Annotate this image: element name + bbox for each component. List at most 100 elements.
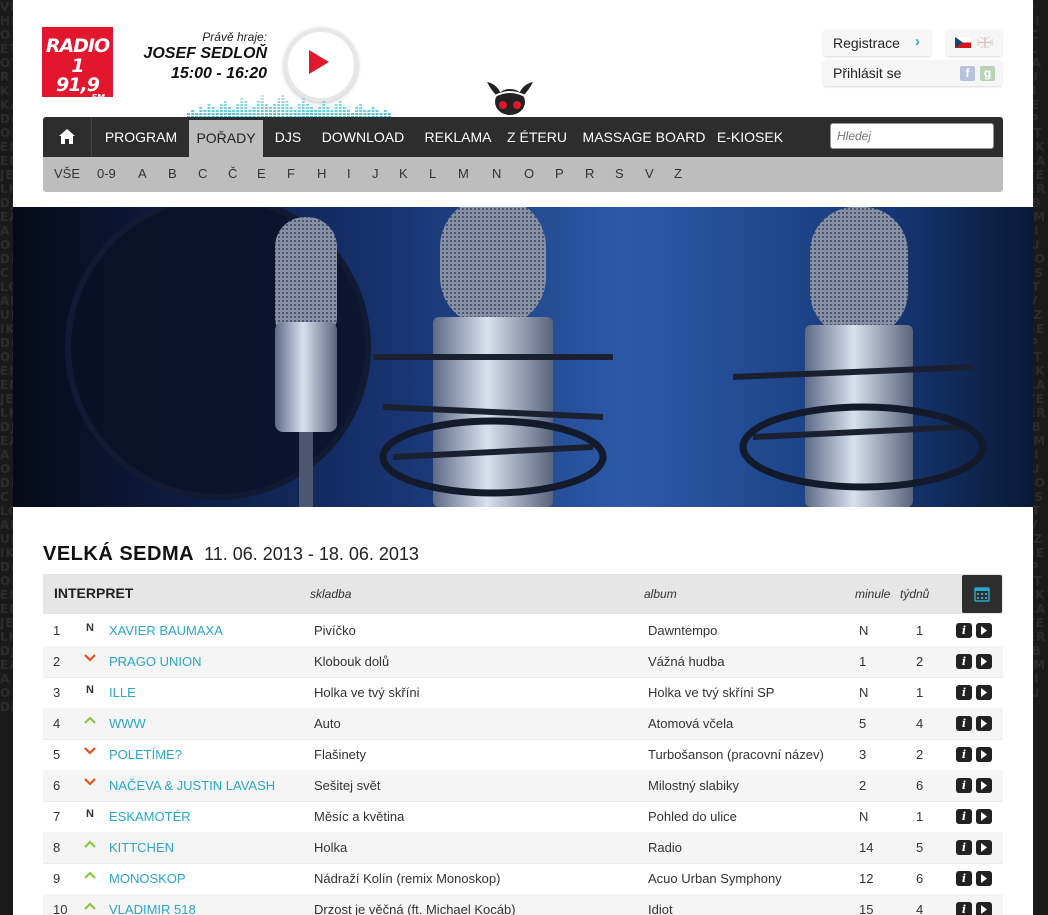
row-artist-link[interactable]: ESKAMOTÉR <box>109 809 191 824</box>
row-last-week: N <box>859 809 869 824</box>
row-artist-link[interactable]: MONOSKOP <box>109 871 186 886</box>
alpha-item[interactable]: A <box>138 166 147 181</box>
row-song: Sešitej svět <box>314 778 381 793</box>
row-artist-link[interactable]: POLETÍME? <box>109 747 182 762</box>
alpha-item[interactable]: M <box>458 166 469 181</box>
row-play-icon[interactable] <box>976 685 992 700</box>
chart-title-block: VELKÁ SEDMA 11. 06. 2013 - 18. 06. 2013 <box>43 543 419 566</box>
row-artist-link[interactable]: WWW <box>109 716 146 731</box>
row-artist-link[interactable]: NAČEVA & JUSTIN LAVASH <box>109 778 275 793</box>
radio1-logo[interactable]: RADIO 1 91,9 FM <box>42 27 113 102</box>
equalizer-bar <box>326 107 330 109</box>
equalizer-bar <box>260 110 264 112</box>
row-artist-link[interactable]: ILLE <box>109 685 136 700</box>
row-play-icon[interactable] <box>976 809 992 824</box>
nav-item-z-eteru[interactable]: Z ÉTERU <box>506 117 568 157</box>
equalizer-bar <box>301 107 305 109</box>
equalizer-bar <box>236 113 240 115</box>
row-rank: 8 <box>53 840 61 855</box>
equalizer-bar <box>355 110 359 112</box>
equalizer-bar <box>252 107 256 109</box>
home-button[interactable] <box>43 117 92 157</box>
alpha-item[interactable]: F <box>287 166 295 181</box>
info-icon[interactable]: i <box>956 654 972 669</box>
info-icon[interactable]: i <box>956 747 972 762</box>
row-artist-link[interactable]: PRAGO UNION <box>109 654 201 669</box>
equalizer-bar <box>219 107 223 109</box>
alpha-item[interactable]: C <box>198 166 207 181</box>
equalizer-bar <box>273 110 277 112</box>
facebook-icon[interactable]: f <box>960 66 975 81</box>
equalizer-bar <box>281 107 285 109</box>
equalizer-bar <box>334 104 338 106</box>
alpha-item[interactable]: H <box>317 166 326 181</box>
equalizer-bar <box>281 95 285 97</box>
info-icon[interactable]: i <box>956 685 972 700</box>
logo-line2: 91,9 <box>56 74 100 96</box>
row-play-icon[interactable] <box>976 871 992 886</box>
row-play-icon[interactable] <box>976 654 992 669</box>
alpha-item[interactable]: Č <box>228 166 237 181</box>
search-input[interactable] <box>830 123 994 149</box>
alpha-item[interactable]: L <box>429 166 436 181</box>
row-artist-link[interactable]: XAVIER BAUMAXA <box>109 623 223 638</box>
flag-en-icon[interactable] <box>977 37 993 48</box>
row-trend: N <box>83 684 97 696</box>
alpha-item[interactable]: 0-9 <box>97 166 116 181</box>
alpha-item[interactable]: V <box>645 166 654 181</box>
alpha-item[interactable]: B <box>168 166 177 181</box>
row-weeks: 1 <box>916 685 924 700</box>
row-weeks: 4 <box>916 716 924 731</box>
google-plus-icon[interactable]: g <box>980 66 995 81</box>
alpha-item[interactable]: S <box>615 166 624 181</box>
row-trend <box>83 777 97 789</box>
alpha-item[interactable]: P <box>555 166 564 181</box>
nav-item-reklama[interactable]: REKLAMA <box>421 117 495 157</box>
nav-item-porady[interactable]: POŘADY <box>189 120 263 157</box>
alpha-item[interactable]: O <box>524 166 534 181</box>
alpha-item[interactable]: E <box>257 166 266 181</box>
nav-item-djs[interactable]: DJS <box>270 117 306 157</box>
info-icon[interactable]: i <box>956 778 972 793</box>
alpha-item[interactable]: VŠE <box>54 166 80 181</box>
row-play-icon[interactable] <box>976 778 992 793</box>
alpha-item[interactable]: N <box>492 166 501 181</box>
row-artist-link[interactable]: VLADIMIR 518 <box>109 902 196 915</box>
nav-item-program[interactable]: PROGRAM <box>100 117 182 157</box>
nav-item-e-kiosek[interactable]: E-KIOSEK <box>716 117 784 157</box>
info-icon[interactable]: i <box>956 623 972 638</box>
equalizer-bar <box>244 107 248 109</box>
equalizer-bar <box>264 104 268 106</box>
alpha-item[interactable]: K <box>399 166 408 181</box>
equalizer-bar <box>281 110 285 112</box>
equalizer-bar <box>240 98 244 100</box>
row-song: Měsíc a květina <box>314 809 405 824</box>
equalizer-bar <box>305 110 309 112</box>
login-button[interactable]: Přihlásit se f g <box>823 60 1002 86</box>
alpha-item[interactable]: J <box>372 166 379 181</box>
row-play-icon[interactable] <box>976 716 992 731</box>
equalizer-bar <box>273 104 277 106</box>
row-play-icon[interactable] <box>976 623 992 638</box>
alpha-item[interactable]: R <box>585 166 594 181</box>
info-icon[interactable]: i <box>956 716 972 731</box>
row-trend <box>83 746 97 758</box>
row-last-week: 2 <box>859 778 867 793</box>
info-icon[interactable]: i <box>956 840 972 855</box>
row-artist-link[interactable]: KITTCHEN <box>109 840 174 855</box>
alpha-item[interactable]: Z <box>674 166 682 181</box>
info-icon[interactable]: i <box>956 871 972 886</box>
row-play-icon[interactable] <box>976 902 992 915</box>
register-button[interactable]: Registrace › <box>823 30 931 56</box>
equalizer-bar <box>379 113 383 115</box>
calendar-button[interactable] <box>962 575 1002 613</box>
flag-cz-icon[interactable] <box>955 37 971 48</box>
info-icon[interactable]: i <box>956 902 972 915</box>
alpha-item[interactable]: I <box>347 166 351 181</box>
row-song: Flašinety <box>314 747 367 762</box>
nav-item-download[interactable]: DOWNLOAD <box>318 117 408 157</box>
row-play-icon[interactable] <box>976 840 992 855</box>
info-icon[interactable]: i <box>956 809 972 824</box>
row-play-icon[interactable] <box>976 747 992 762</box>
nav-item-massage-board[interactable]: MASSAGE BOARD <box>581 117 707 157</box>
